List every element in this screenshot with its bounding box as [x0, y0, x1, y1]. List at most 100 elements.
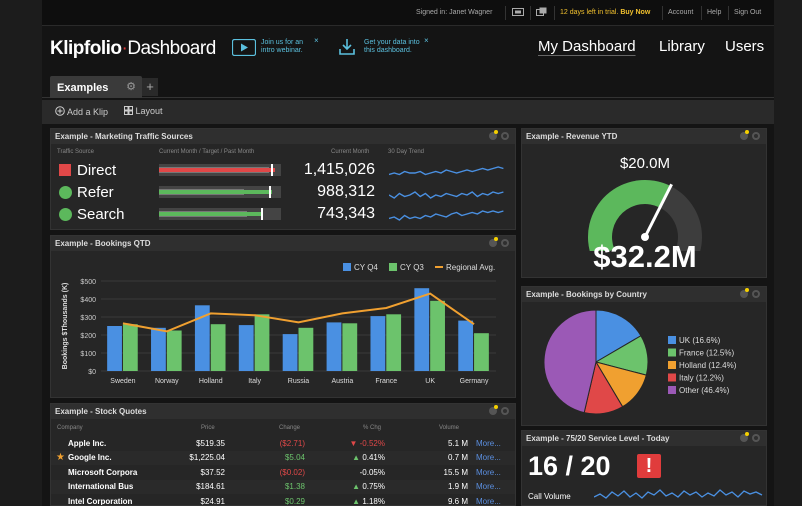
- gear-icon: [501, 132, 509, 140]
- webinar-promo[interactable]: Join us for an intro webinar. ×: [261, 37, 319, 55]
- klip-icons[interactable]: [740, 288, 762, 299]
- legend-label: Other (46.4%): [679, 386, 730, 395]
- pct-value: 1.18%: [362, 496, 385, 506]
- target-label: $20.0M: [619, 155, 671, 172]
- bar-cy-q4: [151, 327, 166, 371]
- column-header: % Chg: [363, 425, 382, 431]
- more-link[interactable]: More...: [476, 439, 501, 448]
- y-tick-label: $0: [88, 369, 96, 376]
- target-marker: [261, 208, 264, 220]
- y-tick-label: $300: [80, 315, 96, 322]
- bar-cy-q3: [298, 327, 314, 371]
- klip-icons[interactable]: [740, 432, 762, 443]
- arrow-up-icon: ▲: [352, 453, 363, 463]
- change-value: $5.04: [284, 453, 305, 463]
- current-month-value: 988,312: [317, 183, 375, 200]
- volume-value: 0.7 M: [447, 453, 468, 463]
- bar-cy-q3: [166, 330, 182, 371]
- klip-title: Example - Stock Quotes: [51, 404, 515, 419]
- change-value: ($0.02): [279, 467, 305, 477]
- grid-icon: [124, 106, 133, 115]
- more-link[interactable]: More...: [476, 497, 501, 505]
- klip-icons[interactable]: [489, 405, 511, 416]
- layout-button[interactable]: Layout: [124, 106, 163, 116]
- logo: Klipfolio·Dashboard: [50, 38, 216, 59]
- x-tick-label: UK: [425, 378, 435, 385]
- progress-bar: [159, 208, 281, 220]
- account-link[interactable]: Account: [668, 9, 693, 16]
- column-header: Traffic Source: [57, 149, 95, 155]
- more-link[interactable]: More...: [476, 468, 501, 477]
- volume-value: 9.6 M: [447, 496, 468, 506]
- price-value: $1,225.04: [189, 453, 225, 463]
- x-tick-label: Holland: [199, 378, 223, 385]
- revenue-klip: Example - Revenue YTD $20.0M $32.2M: [521, 128, 767, 278]
- klip-icons[interactable]: [740, 130, 762, 141]
- klip-icons[interactable]: [489, 130, 511, 141]
- add-tab-button[interactable]: +: [142, 78, 158, 96]
- price-value: $37.52: [200, 467, 225, 477]
- bar-cy-q3: [122, 324, 138, 371]
- buy-now-link[interactable]: Buy Now: [620, 9, 650, 16]
- klip-title: Example - Bookings QTD: [51, 236, 515, 251]
- sparkline-series: [389, 210, 504, 221]
- star-icon[interactable]: ★: [56, 452, 65, 463]
- klip-title: Example - Revenue YTD: [522, 129, 766, 144]
- pct-change: -0.05%: [360, 468, 385, 477]
- column-header: Price: [201, 425, 215, 431]
- gear-icon[interactable]: ⚙: [126, 80, 136, 93]
- tab-examples[interactable]: Examples ⚙: [50, 76, 142, 98]
- progress-bar: [159, 186, 281, 198]
- app-frame: Signed in: Janet Wagner 12 days left in …: [42, 0, 774, 506]
- close-icon[interactable]: ×: [314, 37, 319, 45]
- trend-sparkline: [389, 210, 504, 221]
- gear-icon: [752, 290, 760, 298]
- column-header: Change: [279, 425, 301, 431]
- pct-value: -0.05%: [359, 467, 385, 477]
- window-icon[interactable]: [536, 7, 547, 19]
- progress-bar: [159, 164, 281, 176]
- bulb-icon: [489, 405, 498, 415]
- legend-swatch: [668, 386, 676, 394]
- x-tick-label: Austria: [331, 378, 353, 385]
- data-promo[interactable]: Get your data into this dashboard. ×: [364, 37, 429, 55]
- alert-icon: !: [637, 454, 661, 478]
- bar-cy-q3: [474, 333, 489, 371]
- download-icon[interactable]: [338, 38, 356, 61]
- price-value: $24.91: [200, 496, 225, 506]
- arrow-up-icon: ▲: [352, 496, 363, 506]
- company-name: Microsoft Corpora: [68, 467, 138, 477]
- sign-out-link[interactable]: Sign Out: [734, 9, 761, 16]
- company-name: International Bus: [68, 482, 134, 492]
- gear-icon: [752, 434, 760, 442]
- change-value: $0.29: [284, 496, 305, 506]
- service-level-klip: Example - 75/20 Service Level - Today 16…: [521, 430, 767, 506]
- call-volume-label: Call Volume: [528, 492, 571, 501]
- screen-icon[interactable]: [512, 7, 524, 19]
- nav-my-dashboard[interactable]: My Dashboard: [538, 38, 636, 55]
- pct-change: ▲ 0.75%: [352, 482, 385, 491]
- klip-icons[interactable]: [489, 237, 511, 248]
- y-tick-label: $500: [80, 279, 96, 286]
- help-link[interactable]: Help: [707, 9, 721, 16]
- add-klip-button[interactable]: Add a Klip: [55, 106, 108, 117]
- bulb-icon: [489, 237, 498, 247]
- video-icon[interactable]: [231, 38, 257, 61]
- circle-icon: [59, 208, 72, 221]
- more-link[interactable]: More...: [476, 482, 501, 491]
- bar-cy-q4: [370, 316, 386, 371]
- pct-value: -0.52%: [359, 439, 385, 448]
- klip-title: Example - Marketing Traffic Sources: [51, 129, 515, 144]
- revenue-value: $32.2M: [593, 239, 697, 274]
- close-icon[interactable]: ×: [424, 37, 429, 45]
- nav-users[interactable]: Users: [725, 38, 764, 55]
- bar-cy-q3: [386, 314, 402, 371]
- legend-swatch: [668, 361, 676, 369]
- table-row: Apple Inc. $519.35 ($2.71) ▼ -0.52% 5.1 M Mor…: [51, 437, 515, 451]
- company-name: Apple Inc.: [68, 439, 107, 448]
- pct-value: 0.41%: [362, 453, 385, 463]
- arrow-down-icon: ▼: [349, 439, 360, 448]
- more-link[interactable]: More...: [476, 453, 501, 462]
- price-value: $519.35: [196, 439, 225, 448]
- nav-library[interactable]: Library: [659, 38, 705, 55]
